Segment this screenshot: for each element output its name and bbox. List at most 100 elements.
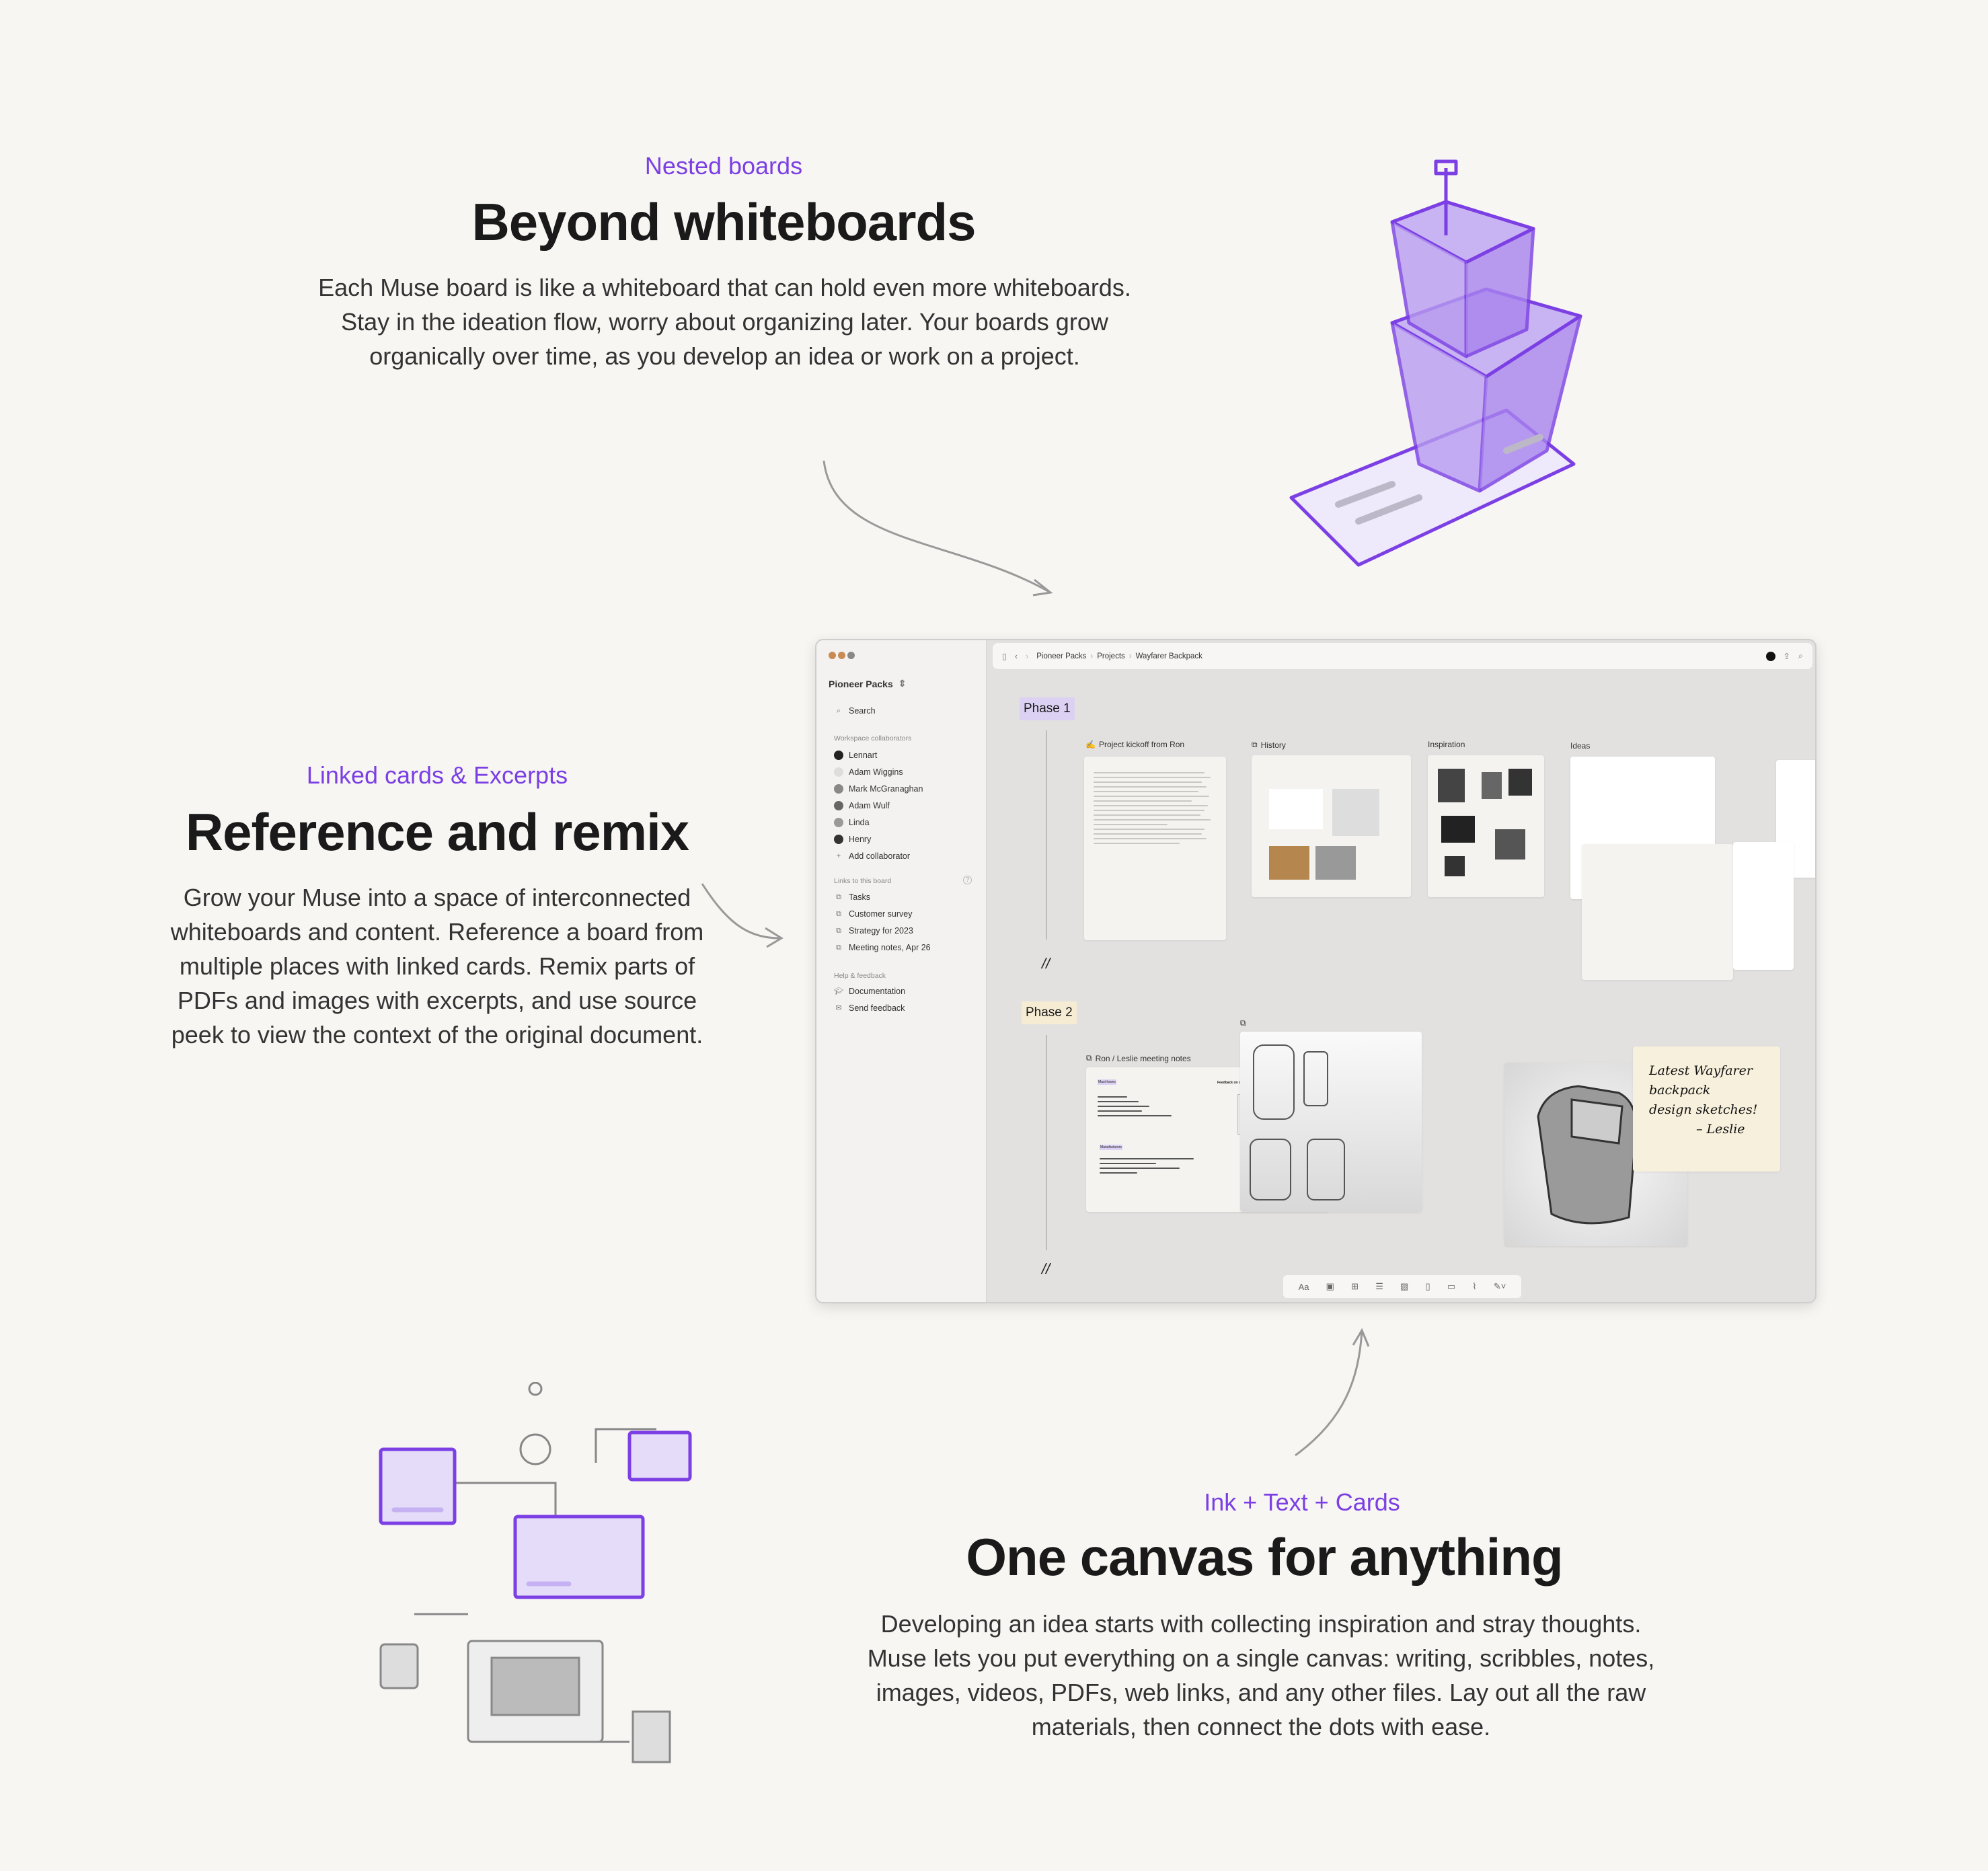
card-title: Project kickoff from Ron [1098, 740, 1185, 749]
collaborators-heading: Workspace collaborators [834, 734, 912, 742]
new-board-icon[interactable]: ⊞ [1351, 1281, 1359, 1292]
plus-icon: + [836, 852, 841, 860]
phase-2-label[interactable]: Phase 2 [1022, 1001, 1077, 1024]
avatar [834, 835, 843, 844]
share-icon[interactable]: ⇪ [1784, 651, 1790, 661]
avatar [834, 784, 843, 794]
add-collaborator-button[interactable]: + Add collaborator [834, 851, 910, 861]
section-body: Developing an idea starts with collectin… [867, 1610, 1655, 1741]
board-icon: ⧉ [836, 944, 841, 952]
connector-tool-icon[interactable]: ⌇ [1472, 1281, 1476, 1292]
forward-button[interactable]: › [1026, 652, 1028, 661]
avatar [834, 818, 843, 827]
workspace-switcher[interactable]: Pioneer Packs ⇕ [829, 678, 906, 689]
breadcrumb-item[interactable]: Projects [1097, 652, 1125, 660]
collaborator-name: Linda [849, 818, 870, 827]
link-item[interactable]: ⧉ Customer survey [834, 909, 912, 919]
collaborator-item[interactable]: Mark McGranaghan [834, 784, 923, 794]
zoom-icon[interactable]: ⌕ [1798, 651, 1803, 661]
board-icon: ⧉ [836, 927, 841, 935]
board-icon: ⧉ [836, 893, 841, 901]
pen-icon: ✍ [1085, 740, 1096, 749]
user-avatar[interactable] [1765, 651, 1775, 661]
must-haves-tag: Must-haves [1098, 1079, 1116, 1085]
arrow-icon [701, 883, 783, 948]
send-feedback-link[interactable]: ✉ Send feedback [834, 1003, 905, 1013]
file-tool-icon[interactable]: ▯ [1426, 1281, 1430, 1292]
send-feedback-label: Send feedback [849, 1003, 905, 1013]
timeline-line [1046, 730, 1047, 940]
breadcrumb-item[interactable]: Pioneer Packs [1036, 652, 1086, 660]
search-label: Search [849, 706, 876, 716]
link-label: Tasks [849, 892, 870, 902]
add-collaborator-label: Add collaborator [849, 851, 911, 861]
minimize-window-button[interactable] [838, 652, 845, 659]
avatar [834, 801, 843, 810]
card-title: Ron / Leslie meeting notes [1095, 1053, 1191, 1063]
sidebar-toggle-icon[interactable]: ▯ [1002, 651, 1007, 661]
collaborator-name: Lennart [849, 751, 878, 760]
sidebar: Pioneer Packs ⇕ ⌕ Search Workspace collabo… [816, 640, 987, 1302]
note-tool-icon[interactable]: ☰ [1375, 1281, 1383, 1292]
help-icon[interactable]: ? [963, 876, 972, 884]
card-label: ⧉ History [1252, 740, 1286, 750]
card-title: Inspiration [1428, 740, 1465, 749]
note-line: backpack [1649, 1083, 1711, 1098]
ideas-card[interactable] [1733, 842, 1794, 970]
documentation-link[interactable]: 🎓︎ Documentation [834, 987, 905, 996]
pen-tool-icon[interactable]: ✎˅ [1494, 1281, 1506, 1292]
history-card[interactable] [1252, 755, 1411, 897]
section-eyebrow: Nested boards [644, 152, 803, 180]
linked-card-icon: ⧉ [1240, 1018, 1246, 1028]
ideas-sketch-card[interactable] [1582, 844, 1733, 980]
image-tool-icon[interactable]: ▨ [1400, 1281, 1408, 1292]
collaborator-item[interactable]: Linda [834, 818, 870, 827]
separator: // [1042, 1260, 1050, 1277]
mail-icon: ✉ [835, 1004, 842, 1012]
comment-tool-icon[interactable]: ▭ [1447, 1281, 1455, 1292]
nested-boards-illustration [1289, 159, 1582, 567]
close-window-button[interactable] [829, 652, 836, 659]
collaborator-name: Adam Wiggins [849, 767, 903, 777]
card-title: Ideas [1570, 741, 1591, 751]
collaborator-name: Mark McGranaghan [849, 784, 923, 794]
link-item[interactable]: ⧉ Meeting notes, Apr 26 [834, 943, 931, 952]
link-item[interactable]: ⧉ Tasks [834, 892, 870, 902]
timeline-line [1046, 1035, 1047, 1250]
collaborator-name: Adam Wulf [849, 801, 890, 810]
link-label: Meeting notes, Apr 26 [849, 943, 931, 952]
inspiration-card[interactable] [1428, 755, 1544, 897]
sticky-note[interactable]: Latest Wayfarer backpack design sketches… [1633, 1046, 1780, 1172]
graduation-cap-icon: 🎓︎ [834, 987, 843, 995]
arrow-icon [823, 460, 1053, 597]
zoom-window-button[interactable] [847, 652, 855, 659]
back-button[interactable]: ‹ [1015, 652, 1018, 661]
sketches-image[interactable] [1240, 1032, 1422, 1212]
note-line: Latest Wayfarer [1649, 1063, 1753, 1078]
collaborator-item[interactable]: Henry [834, 835, 871, 844]
kickoff-card[interactable] [1084, 757, 1226, 940]
collaborator-item[interactable]: Adam Wulf [834, 801, 890, 810]
muse-app-window: Pioneer Packs ⇕ ⌕ Search Workspace collabo… [815, 639, 1817, 1303]
separator: // [1042, 955, 1050, 972]
backpack-sketch [1250, 1044, 1345, 1200]
arrow-icon [1295, 1328, 1370, 1457]
section-eyebrow: Linked cards & Excerpts [306, 761, 568, 789]
card-label: ✍ Project kickoff from Ron [1085, 740, 1184, 749]
manufacturers-tag: Manufacturers [1100, 1145, 1122, 1150]
search-button[interactable]: ⌕ Search [834, 706, 876, 716]
text-tool-button[interactable]: Aa [1299, 1282, 1309, 1292]
link-label: Customer survey [849, 909, 913, 919]
chevron-updown-icon: ⇕ [898, 678, 907, 689]
linked-cards-illustration [379, 1382, 692, 1763]
card-label: ⧉ Ron / Leslie meeting notes [1086, 1053, 1191, 1063]
link-item[interactable]: ⧉ Strategy for 2023 [834, 926, 913, 936]
breadcrumb-item[interactable]: Wayfarer Backpack [1136, 652, 1202, 660]
card-title: History [1260, 740, 1286, 750]
phase-1-label[interactable]: Phase 1 [1020, 697, 1075, 720]
board-icon: ⧉ [836, 910, 841, 918]
collaborator-item[interactable]: Adam Wiggins [834, 767, 903, 777]
section-eyebrow: Ink + Text + Cards [1204, 1488, 1400, 1516]
collaborator-item[interactable]: Lennart [834, 751, 877, 760]
board-tool-icon[interactable]: ▣ [1326, 1281, 1334, 1292]
